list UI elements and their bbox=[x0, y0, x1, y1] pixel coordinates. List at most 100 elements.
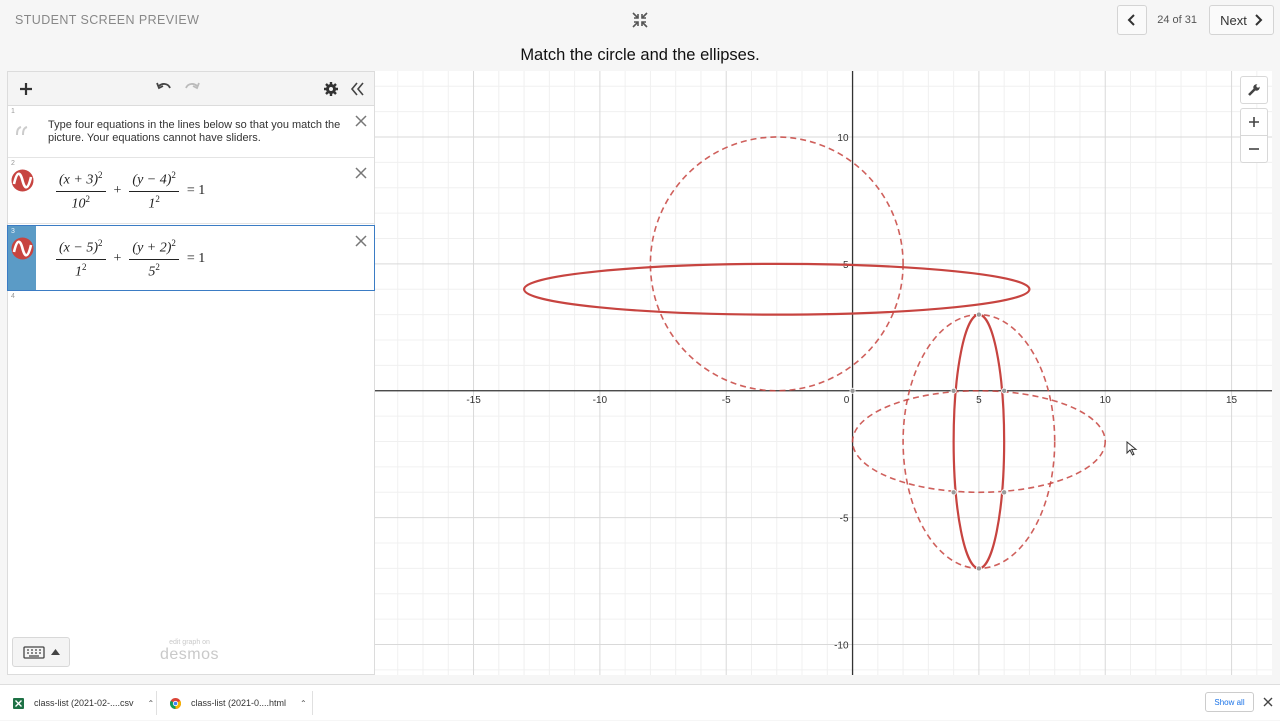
next-label: Next bbox=[1220, 12, 1247, 28]
mouse-cursor-icon bbox=[1126, 441, 1138, 456]
y-tick-label: 10 bbox=[837, 133, 849, 144]
numerator: (y + 2) bbox=[132, 240, 172, 256]
chevron-left-icon bbox=[1127, 14, 1135, 26]
download-filename: class-list (2021-0....html bbox=[191, 698, 287, 708]
download-bar: class-list (2021-02-....csv ⌃ class-list… bbox=[0, 684, 1280, 720]
excel-file-icon bbox=[13, 697, 24, 709]
previous-button[interactable] bbox=[1117, 5, 1148, 35]
exponent: 2 bbox=[98, 237, 103, 248]
add-expression-icon[interactable] bbox=[16, 79, 36, 99]
intersection-point bbox=[950, 387, 957, 394]
exponent: 2 bbox=[82, 261, 87, 272]
download-item[interactable]: class-list (2021-0....html ⌃ bbox=[170, 685, 307, 721]
next-button[interactable]: Next bbox=[1209, 5, 1274, 35]
intersection-point bbox=[1001, 489, 1008, 496]
chevron-up-icon[interactable]: ⌃ bbox=[148, 699, 155, 708]
show-all-button[interactable]: Show all bbox=[1205, 692, 1254, 712]
plus-sign: + bbox=[113, 183, 122, 198]
exponent: 2 bbox=[85, 193, 91, 204]
plus-sign: + bbox=[113, 251, 122, 266]
fraction: (x + 3)2 102 bbox=[56, 170, 106, 212]
equation-rhs: = 1 bbox=[186, 251, 206, 266]
expression-gutter: 4 bbox=[8, 291, 36, 309]
x-tick-label: 5 bbox=[976, 395, 982, 406]
undo-icon[interactable] bbox=[154, 79, 174, 99]
expression-row-note[interactable]: 1 Type four equations in the lines below… bbox=[8, 106, 374, 158]
graph-canvas[interactable]: -15 -10 -5 0 5 10 15 -10 -5 5 10 bbox=[375, 71, 1272, 675]
curve-color-icon[interactable] bbox=[11, 237, 34, 260]
logo-wordmark: desmos bbox=[160, 646, 220, 663]
expression-index: 1 bbox=[11, 108, 15, 115]
activity-prompt: Match the circle and the ellipses. bbox=[520, 46, 760, 64]
expression-gutter: 3 bbox=[8, 226, 36, 290]
zoom-out-button[interactable] bbox=[1240, 135, 1268, 163]
x-tick-label: 10 bbox=[1100, 395, 1112, 406]
divider bbox=[312, 691, 313, 715]
wrench-icon bbox=[1248, 84, 1260, 96]
expression-gutter: 2 bbox=[8, 158, 36, 223]
expression-toolbar bbox=[8, 72, 374, 106]
denominator: 1 bbox=[75, 264, 82, 280]
close-icon[interactable] bbox=[1262, 696, 1274, 708]
note-text: Type four equations in the lines below s… bbox=[48, 119, 341, 144]
intersection-point bbox=[1001, 387, 1008, 394]
plus-icon bbox=[1249, 117, 1259, 127]
exponent: 2 bbox=[98, 169, 103, 180]
keyboard-toggle-button[interactable] bbox=[12, 637, 70, 667]
chevron-right-icon bbox=[1255, 14, 1263, 26]
page-counter: 24 of 31 bbox=[1157, 14, 1197, 26]
denominator: 10 bbox=[71, 196, 86, 212]
expression-panel: 1 Type four equations in the lines below… bbox=[7, 71, 375, 675]
chrome-file-icon bbox=[170, 697, 181, 709]
quote-icon bbox=[16, 126, 28, 136]
exponent: 2 bbox=[171, 237, 176, 248]
collapse-panel-icon[interactable] bbox=[347, 79, 367, 99]
expression-row-selected[interactable]: 3 (x − 5)2 12 + (y + 2)2 52 = 1 bbox=[7, 225, 375, 291]
top-bar: STUDENT SCREEN PREVIEW 24 of 31 Next bbox=[0, 0, 1280, 44]
x-tick-label: 0 bbox=[844, 395, 850, 406]
intersection-point bbox=[849, 387, 856, 394]
y-tick-label: -5 bbox=[840, 514, 849, 525]
close-icon[interactable] bbox=[354, 114, 368, 128]
chevron-up-icon[interactable]: ⌃ bbox=[300, 699, 307, 708]
expression-index: 3 bbox=[11, 228, 15, 235]
caret-up-icon bbox=[51, 649, 60, 655]
numerator: (y − 4) bbox=[132, 172, 172, 188]
equation-math[interactable]: (x − 5)2 12 + (y + 2)2 52 = 1 bbox=[52, 236, 209, 282]
collapse-icon[interactable] bbox=[632, 12, 648, 28]
y-tick-label: -10 bbox=[834, 641, 849, 652]
preview-label: STUDENT SCREEN PREVIEW bbox=[15, 13, 200, 27]
intersection-point bbox=[975, 311, 982, 318]
close-icon[interactable] bbox=[354, 234, 368, 248]
equation-rhs: = 1 bbox=[186, 183, 206, 198]
desmos-logo[interactable]: edit graph on desmos bbox=[160, 639, 219, 664]
logo-caption: edit graph on bbox=[169, 639, 210, 646]
curve-color-icon[interactable] bbox=[11, 169, 34, 192]
fraction: (y + 2)2 52 bbox=[129, 238, 179, 280]
x-tick-label: -15 bbox=[466, 395, 481, 406]
expression-index: 2 bbox=[11, 160, 15, 167]
x-tick-label: 15 bbox=[1226, 395, 1238, 406]
graph-svg[interactable]: -15 -10 -5 0 5 10 15-10-5510 bbox=[375, 71, 1272, 675]
gear-icon[interactable] bbox=[321, 79, 341, 99]
intersection-point bbox=[975, 565, 982, 572]
keyboard-icon bbox=[23, 646, 45, 659]
close-icon[interactable] bbox=[354, 166, 368, 180]
expression-gutter: 1 bbox=[8, 106, 36, 157]
divider bbox=[156, 691, 157, 715]
exponent: 2 bbox=[155, 193, 160, 204]
x-tick-label: -5 bbox=[722, 395, 731, 406]
exponent: 2 bbox=[155, 261, 160, 272]
fraction: (x − 5)2 12 bbox=[56, 238, 106, 280]
download-item[interactable]: class-list (2021-02-....csv ⌃ bbox=[13, 685, 154, 721]
expression-row[interactable]: 2 (x + 3)2 102 + (y − 4)2 12 = 1 bbox=[8, 158, 374, 224]
x-tick-label: -10 bbox=[593, 395, 608, 406]
equation-math[interactable]: (x + 3)2 102 + (y − 4)2 12 = 1 bbox=[52, 168, 209, 214]
redo-icon[interactable] bbox=[182, 79, 202, 99]
expression-row-empty[interactable]: 4 bbox=[8, 291, 374, 309]
fraction: (y − 4)2 12 bbox=[129, 170, 179, 212]
graph-settings-button[interactable] bbox=[1240, 76, 1268, 104]
pagination: 24 of 31 Next bbox=[1117, 5, 1274, 35]
zoom-in-button[interactable] bbox=[1240, 108, 1268, 136]
download-filename: class-list (2021-02-....csv bbox=[34, 698, 134, 708]
